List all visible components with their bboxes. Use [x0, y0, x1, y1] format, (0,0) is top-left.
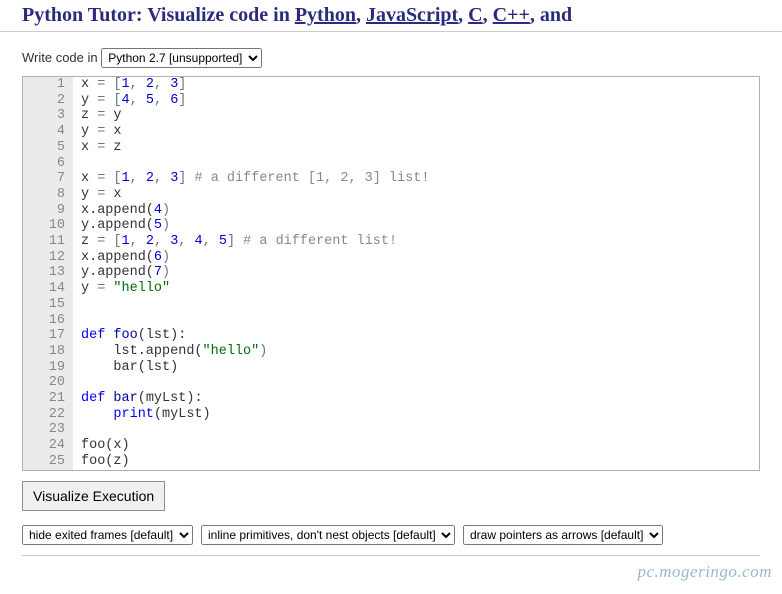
- line-number: 15: [23, 297, 73, 313]
- line-number: 8: [23, 187, 73, 203]
- code-line[interactable]: 8y = x: [23, 187, 759, 203]
- line-number: 2: [23, 93, 73, 109]
- code-content[interactable]: y = "hello": [73, 281, 170, 297]
- line-number: 5: [23, 140, 73, 156]
- lang-link-cpp[interactable]: C++: [493, 4, 530, 26]
- code-content[interactable]: z = y: [73, 108, 122, 124]
- code-line[interactable]: 6: [23, 156, 759, 172]
- code-content[interactable]: x = z: [73, 140, 122, 156]
- line-number: 24: [23, 438, 73, 454]
- code-content[interactable]: y = [4, 5, 6]: [73, 93, 186, 109]
- code-content[interactable]: z = [1, 2, 3, 4, 5] # a different list!: [73, 234, 397, 250]
- line-number: 4: [23, 124, 73, 140]
- code-line[interactable]: 3z = y: [23, 108, 759, 124]
- code-line[interactable]: 20: [23, 375, 759, 391]
- title-suffix: , and: [530, 4, 572, 26]
- code-content[interactable]: x = [1, 2, 3] # a different [1, 2, 3] li…: [73, 171, 429, 187]
- lang-link-javascript[interactable]: JavaScript: [366, 4, 458, 26]
- code-content[interactable]: [73, 422, 81, 438]
- line-number: 17: [23, 328, 73, 344]
- code-line[interactable]: 25foo(z): [23, 454, 759, 470]
- frames-option-select[interactable]: hide exited frames [default]: [22, 525, 193, 545]
- code-line[interactable]: 7x = [1, 2, 3] # a different [1, 2, 3] l…: [23, 171, 759, 187]
- line-number: 21: [23, 391, 73, 407]
- code-line[interactable]: 5x = z: [23, 140, 759, 156]
- code-line[interactable]: 2y = [4, 5, 6]: [23, 93, 759, 109]
- code-line[interactable]: 9x.append(4): [23, 203, 759, 219]
- options-row: hide exited frames [default] inline prim…: [0, 519, 782, 551]
- code-line[interactable]: 24foo(x): [23, 438, 759, 454]
- lang-link-c[interactable]: C: [468, 4, 482, 26]
- code-content[interactable]: foo(z): [73, 454, 130, 470]
- code-content[interactable]: x.append(4): [73, 203, 170, 219]
- line-number: 18: [23, 344, 73, 360]
- line-number: 6: [23, 156, 73, 172]
- divider: [22, 555, 760, 556]
- code-line[interactable]: 4y = x: [23, 124, 759, 140]
- line-number: 9: [23, 203, 73, 219]
- code-content[interactable]: print(myLst): [73, 407, 211, 423]
- code-line[interactable]: 11z = [1, 2, 3, 4, 5] # a different list…: [23, 234, 759, 250]
- line-number: 10: [23, 218, 73, 234]
- line-number: 19: [23, 360, 73, 376]
- line-number: 3: [23, 108, 73, 124]
- code-content[interactable]: x = [1, 2, 3]: [73, 77, 186, 93]
- code-content[interactable]: y = x: [73, 124, 122, 140]
- code-content[interactable]: y.append(7): [73, 265, 170, 281]
- code-line[interactable]: 15: [23, 297, 759, 313]
- code-line[interactable]: 1x = [1, 2, 3]: [23, 77, 759, 93]
- watermark: pc.mogeringo.com: [637, 562, 772, 582]
- line-number: 14: [23, 281, 73, 297]
- code-line[interactable]: 14y = "hello": [23, 281, 759, 297]
- code-content[interactable]: bar(lst): [73, 360, 178, 376]
- code-content[interactable]: x.append(6): [73, 250, 170, 266]
- line-number: 23: [23, 422, 73, 438]
- code-content[interactable]: [73, 156, 81, 172]
- language-select[interactable]: Python 2.7 [unsupported]: [101, 48, 262, 68]
- visualize-execution-button[interactable]: Visualize Execution: [22, 481, 165, 511]
- code-content[interactable]: [73, 375, 81, 391]
- write-code-label: Write code in: [22, 50, 101, 65]
- code-content[interactable]: def bar(myLst):: [73, 391, 203, 407]
- line-number: 13: [23, 265, 73, 281]
- code-content[interactable]: lst.append("hello"): [73, 344, 267, 360]
- lang-link-python[interactable]: Python: [295, 4, 356, 26]
- code-content[interactable]: [73, 313, 81, 329]
- line-number: 25: [23, 454, 73, 470]
- code-line[interactable]: 19 bar(lst): [23, 360, 759, 376]
- page-title: Python Tutor: Visualize code in Python , …: [0, 0, 782, 32]
- code-content[interactable]: foo(x): [73, 438, 130, 454]
- pointers-option-select[interactable]: draw pointers as arrows [default]: [463, 525, 663, 545]
- code-editor[interactable]: 1x = [1, 2, 3]2y = [4, 5, 6]3z = y4y = x…: [22, 76, 760, 471]
- code-line[interactable]: 18 lst.append("hello"): [23, 344, 759, 360]
- code-line[interactable]: 12x.append(6): [23, 250, 759, 266]
- code-content[interactable]: [73, 297, 81, 313]
- code-line[interactable]: 13y.append(7): [23, 265, 759, 281]
- code-line[interactable]: 10y.append(5): [23, 218, 759, 234]
- language-controls: Write code in Python 2.7 [unsupported]: [0, 32, 782, 74]
- line-number: 1: [23, 77, 73, 93]
- line-number: 22: [23, 407, 73, 423]
- line-number: 11: [23, 234, 73, 250]
- code-line[interactable]: 16: [23, 313, 759, 329]
- line-number: 20: [23, 375, 73, 391]
- code-content[interactable]: def foo(lst):: [73, 328, 186, 344]
- code-line[interactable]: 22 print(myLst): [23, 407, 759, 423]
- line-number: 16: [23, 313, 73, 329]
- code-line[interactable]: 23: [23, 422, 759, 438]
- code-content[interactable]: y.append(5): [73, 218, 170, 234]
- line-number: 12: [23, 250, 73, 266]
- code-content[interactable]: y = x: [73, 187, 122, 203]
- code-line[interactable]: 17def foo(lst):: [23, 328, 759, 344]
- line-number: 7: [23, 171, 73, 187]
- title-prefix: Python Tutor: Visualize code in: [22, 4, 295, 26]
- primitives-option-select[interactable]: inline primitives, don't nest objects [d…: [201, 525, 455, 545]
- code-line[interactable]: 21def bar(myLst):: [23, 391, 759, 407]
